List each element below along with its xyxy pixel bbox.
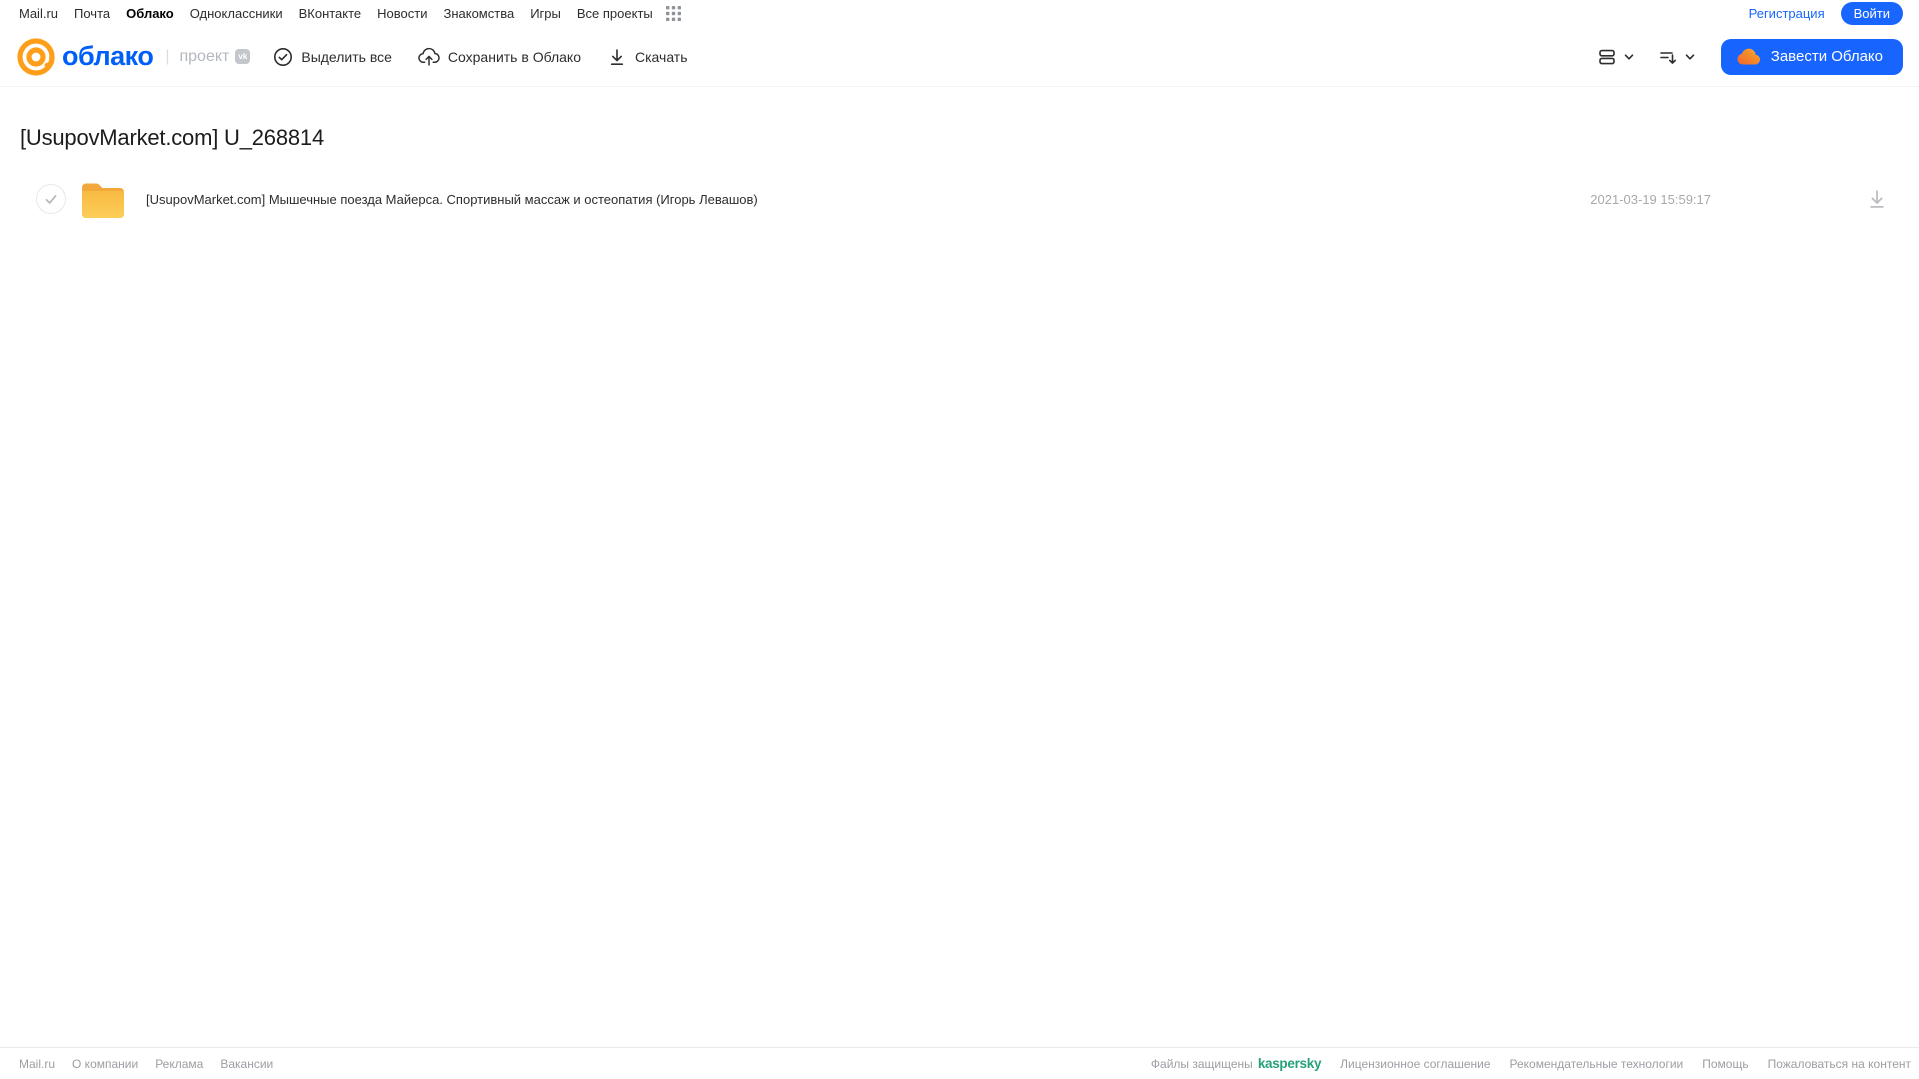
footer-link-mailru[interactable]: Mail.ru [19, 1057, 55, 1071]
file-modified-date: 2021-03-19 15:59:17 [1590, 191, 1711, 207]
cloud-upload-icon [418, 46, 440, 67]
logo-divider: | [165, 47, 170, 65]
main-content: [UsupovMarket.com] U_268814 [UsupovMarke… [0, 125, 1919, 223]
nav-item-vkontakte[interactable]: ВКонтакте [299, 6, 362, 21]
page-title: [UsupovMarket.com] U_268814 [20, 125, 324, 150]
file-list: [UsupovMarket.com] Мышечные поезда Майер… [20, 175, 1899, 223]
row-checkbox[interactable] [36, 184, 66, 214]
page-footer: Mail.ru О компании Реклама Вакансии Файл… [0, 1047, 1919, 1079]
apps-grid-icon[interactable] [665, 5, 682, 22]
logo-wordmark: облако [62, 41, 154, 71]
save-to-cloud-button[interactable]: Сохранить в Облако [405, 46, 594, 67]
save-to-cloud-label: Сохранить в Облако [447, 48, 581, 65]
nav-item-pochta[interactable]: Почта [74, 6, 110, 21]
check-icon [45, 194, 57, 204]
download-label: Скачать [635, 48, 688, 65]
nav-item-odnoklassniki[interactable]: Одноклассники [190, 6, 283, 21]
protected-by-label: Файлы защищены [1150, 1056, 1253, 1071]
row-download-icon[interactable] [1866, 188, 1888, 210]
header-right-controls: Завести Облако [1575, 38, 1903, 75]
vk-logo-icon: vk [235, 49, 251, 64]
file-name-link[interactable]: [UsupovMarket.com] Мышечные поезда Майер… [146, 192, 1590, 207]
nav-item-znakomstva[interactable]: Знакомства [443, 6, 514, 21]
footer-link-jobs[interactable]: Вакансии [220, 1057, 273, 1071]
download-button[interactable]: Скачать [594, 47, 701, 67]
portal-nav: Mail.ru Почта Облако Одноклассники ВКонт… [0, 0, 1919, 27]
footer-link-help[interactable]: Помощь [1702, 1057, 1748, 1071]
create-cloud-label: Завести Облако [1770, 48, 1883, 65]
create-cloud-button[interactable]: Завести Облако [1720, 38, 1903, 75]
sort-icon [1658, 47, 1678, 67]
download-icon [607, 47, 627, 67]
mailru-at-icon [16, 37, 56, 77]
nav-item-igry[interactable]: Игры [530, 6, 561, 21]
list-view-icon [1597, 47, 1617, 67]
footer-link-license[interactable]: Лицензионное соглашение [1340, 1057, 1490, 1071]
kaspersky-logo[interactable]: kaspersky [1258, 1056, 1322, 1071]
footer-link-recommendations[interactable]: Рекомендательные технологии [1510, 1057, 1684, 1071]
nav-item-novosti[interactable]: Новости [377, 6, 427, 21]
footer-link-about[interactable]: О компании [72, 1057, 138, 1071]
nav-item-oblako[interactable]: Облако [126, 6, 174, 21]
footer-link-report[interactable]: Пожаловаться на контент [1768, 1057, 1911, 1071]
footer-right-links: Файлы защищены kaspersky Лицензионное со… [1151, 1056, 1911, 1071]
folder-icon[interactable] [80, 181, 126, 218]
nav-item-all-projects[interactable]: Все проекты [577, 6, 653, 21]
project-vk-label: проект [179, 47, 230, 65]
sort-selector[interactable] [1658, 47, 1697, 67]
chevron-down-icon [1622, 50, 1636, 64]
file-toolbar: Выделить все Сохранить в Облако Скачать [260, 46, 700, 67]
nav-item-mailru[interactable]: Mail.ru [19, 6, 58, 21]
select-all-label: Выделить все [301, 48, 392, 65]
chevron-down-icon [1683, 50, 1697, 64]
cloud-logo[interactable]: облако [16, 37, 154, 77]
protected-by-kaspersky: Файлы защищены kaspersky [1150, 1056, 1322, 1071]
circle-check-icon [273, 47, 293, 67]
file-row[interactable]: [UsupovMarket.com] Мышечные поезда Майер… [20, 175, 1899, 223]
registration-link[interactable]: Регистрация [1749, 6, 1825, 21]
login-button[interactable]: Войти [1840, 2, 1903, 25]
view-mode-selector[interactable] [1597, 47, 1636, 67]
footer-link-ads[interactable]: Реклама [155, 1057, 203, 1071]
cloud-icon [1736, 47, 1761, 66]
select-all-button[interactable]: Выделить все [260, 47, 405, 67]
footer-left-links: Mail.ru О компании Реклама Вакансии [19, 1057, 273, 1071]
cloud-header: облако | проект vk Выделить все Сохранит… [0, 27, 1919, 87]
